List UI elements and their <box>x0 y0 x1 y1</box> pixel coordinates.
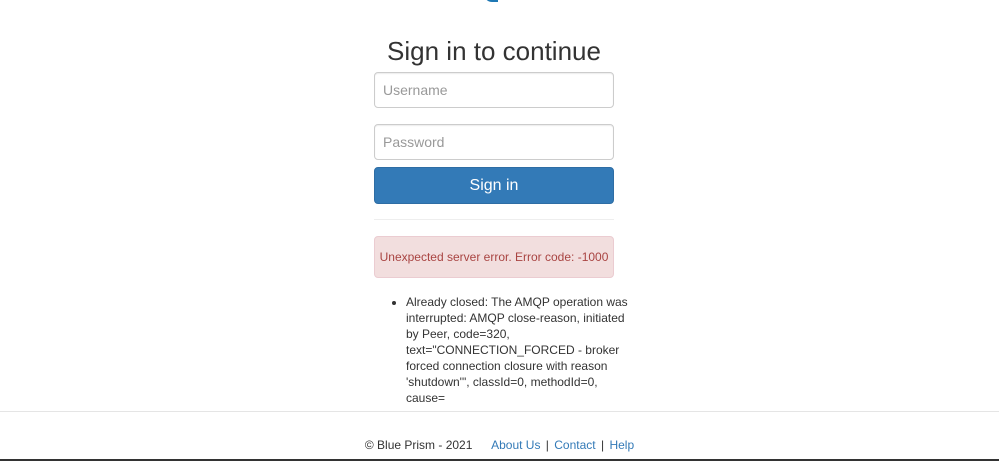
sign-in-button[interactable]: Sign in <box>374 167 614 204</box>
username-input[interactable] <box>374 72 614 108</box>
copyright-text: © Blue Prism - 2021 <box>364 438 473 452</box>
footer-divider <box>0 411 999 412</box>
list-item: Already closed: The AMQP operation was i… <box>406 294 631 406</box>
error-alert: Unexpected server error. Error code: -10… <box>374 236 614 278</box>
login-page: Sign in to continue Sign in Unexpected s… <box>0 0 999 461</box>
error-details-list: Already closed: The AMQP operation was i… <box>389 294 631 406</box>
footer-separator: | <box>600 438 605 452</box>
page-title: Sign in to continue <box>387 36 601 66</box>
contact-link[interactable]: Contact <box>554 438 595 452</box>
password-input[interactable] <box>374 124 614 160</box>
logo-icon <box>484 0 498 2</box>
about-us-link[interactable]: About Us <box>491 438 540 452</box>
help-link[interactable]: Help <box>609 438 634 452</box>
divider <box>374 219 614 220</box>
footer-separator: | <box>545 438 549 452</box>
footer: © Blue Prism - 2021 About Us | Contact |… <box>0 437 999 453</box>
